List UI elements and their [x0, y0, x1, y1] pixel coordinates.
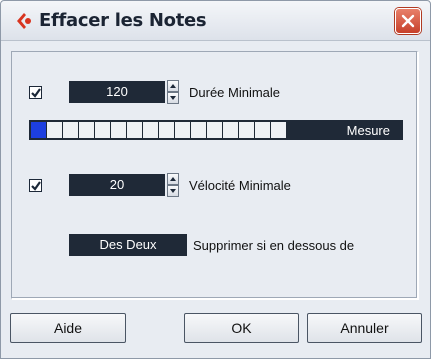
arrow-up-icon [170, 84, 176, 88]
velocity-checkbox[interactable] [29, 179, 42, 192]
ruler-segment[interactable] [143, 122, 158, 138]
mode-label: Supprimer si en dessous de [193, 238, 355, 253]
ruler-segment[interactable] [207, 122, 222, 138]
velocity-spinner[interactable] [167, 173, 179, 197]
duration-spin-down[interactable] [167, 92, 179, 104]
ruler-segment[interactable] [175, 122, 190, 138]
arrow-down-icon [170, 96, 176, 100]
ruler-segment[interactable] [255, 122, 270, 138]
duration-input[interactable]: 120 [69, 81, 165, 103]
duration-label: Durée Minimale [189, 85, 281, 100]
ruler-segment[interactable] [31, 122, 46, 138]
ruler-segment[interactable] [47, 122, 62, 138]
checkmark-icon [31, 88, 41, 98]
ruler-segment[interactable] [79, 122, 94, 138]
ruler-segment[interactable] [223, 122, 238, 138]
arrow-down-icon [170, 189, 176, 193]
close-icon [401, 14, 415, 28]
mode-selector[interactable]: Des Deux [69, 234, 187, 256]
ruler-segment[interactable] [191, 122, 206, 138]
velocity-spin-up[interactable] [167, 173, 179, 185]
title-bar[interactable]: Effacer les Notes [1, 1, 430, 41]
checkmark-icon [31, 181, 41, 191]
ruler-segment[interactable] [63, 122, 78, 138]
help-button[interactable]: Aide [10, 313, 126, 343]
ruler-segment[interactable] [239, 122, 254, 138]
velocity-label: Vélocité Minimale [189, 178, 291, 193]
duration-checkbox[interactable] [29, 86, 42, 99]
velocity-input[interactable]: 20 [69, 174, 165, 196]
dialog-window: Effacer les Notes 120 Durée Minimale Mes… [0, 0, 431, 359]
ok-button[interactable]: OK [184, 313, 299, 343]
duration-spin-up[interactable] [167, 80, 179, 92]
duration-ruler[interactable]: Mesure [29, 120, 403, 140]
close-button[interactable] [395, 8, 421, 34]
ruler-segment[interactable] [111, 122, 126, 138]
cubase-logo-icon [17, 13, 31, 29]
cancel-button[interactable]: Annuler [307, 313, 422, 343]
ruler-segment[interactable] [127, 122, 142, 138]
duration-spinner[interactable] [167, 80, 179, 104]
dialog-title: Effacer les Notes [39, 10, 207, 31]
ruler-segment[interactable] [95, 122, 110, 138]
ruler-segment[interactable] [271, 122, 286, 138]
velocity-spin-down[interactable] [167, 185, 179, 197]
arrow-up-icon [170, 177, 176, 181]
ruler-label: Mesure [346, 123, 390, 138]
ruler-segment[interactable] [159, 122, 174, 138]
